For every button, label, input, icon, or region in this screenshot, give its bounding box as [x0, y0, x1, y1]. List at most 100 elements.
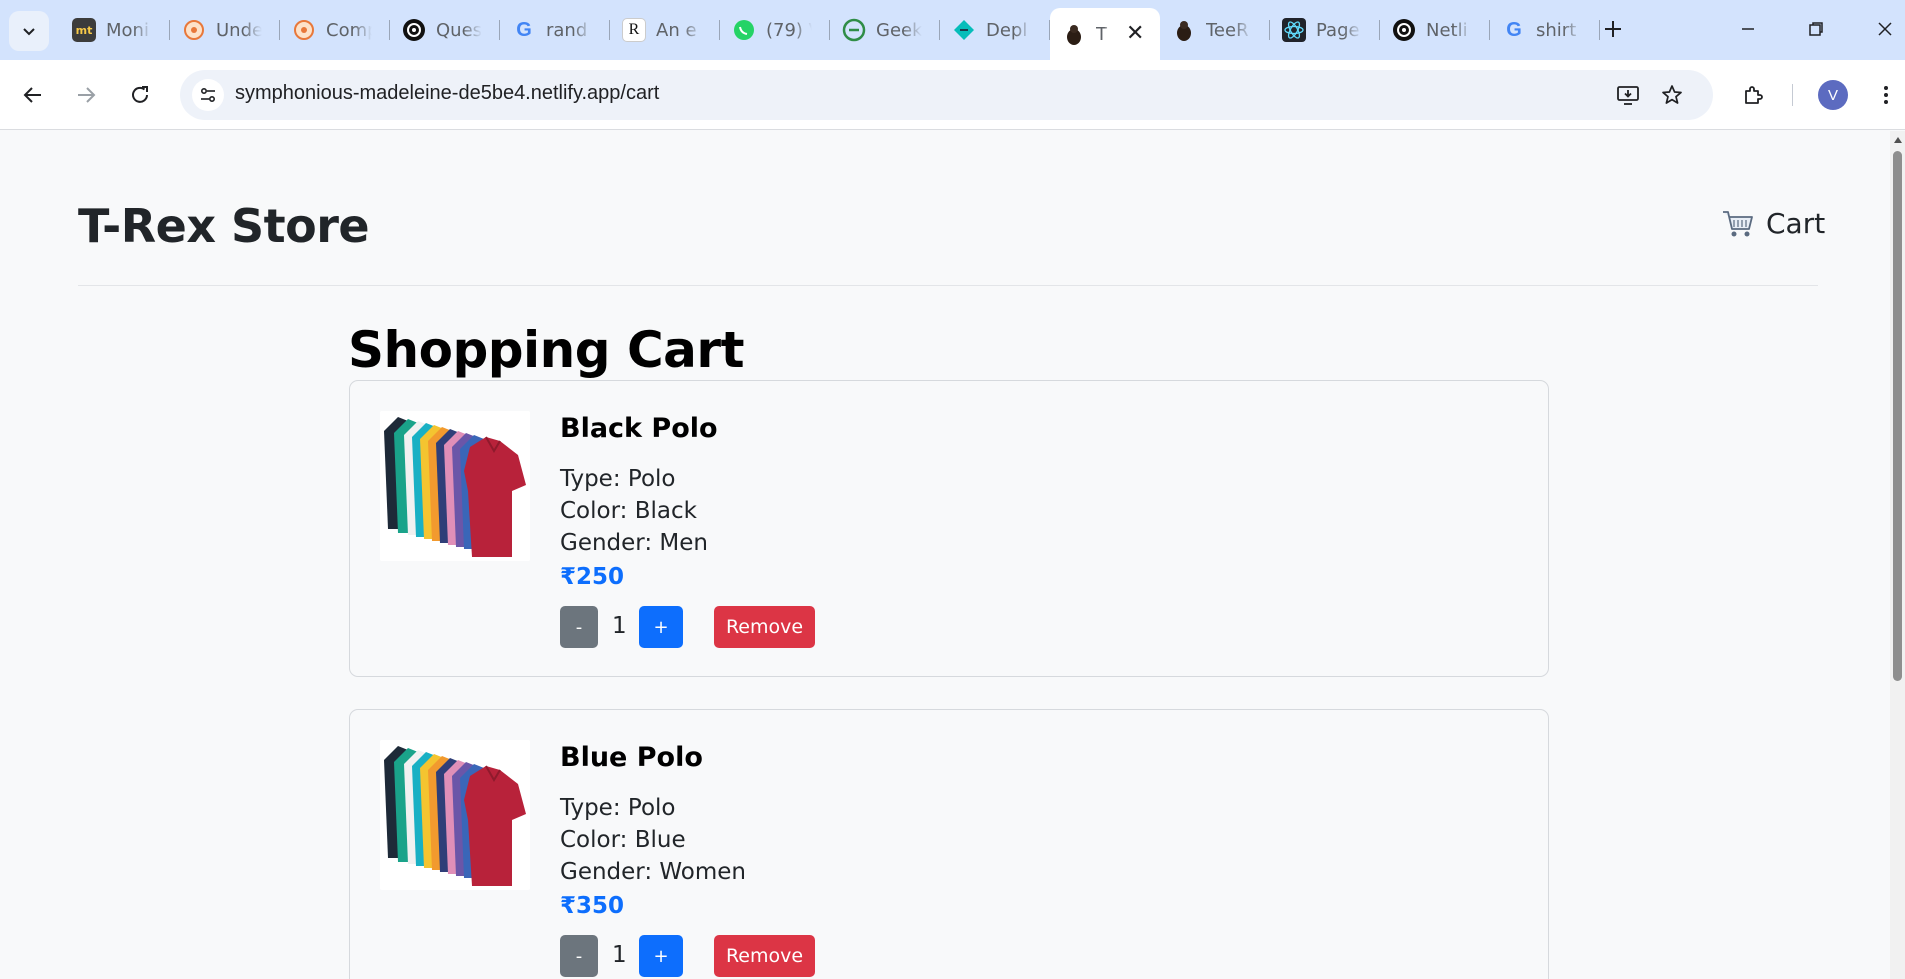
remove-item-button[interactable]: Remove	[714, 606, 815, 648]
scroll-up-arrow-icon[interactable]	[1894, 137, 1902, 143]
tab-search-button[interactable]	[9, 11, 49, 51]
tab-label: rand	[546, 19, 588, 41]
page-scrollbar[interactable]	[1890, 131, 1905, 979]
tab-label: T	[1096, 23, 1107, 45]
close-window-button[interactable]	[1870, 14, 1900, 44]
page-viewport: T-Rex Store Cart Shopping Cart Black Pol…	[0, 131, 1890, 979]
scrollbar-thumb[interactable]	[1893, 151, 1902, 681]
increase-quantity-button[interactable]: +	[639, 935, 683, 977]
tab-6[interactable]: (79) V	[720, 8, 830, 52]
quantity-value: 1	[612, 613, 627, 639]
tab-label: Ques	[436, 19, 482, 41]
install-app-button[interactable]	[1613, 80, 1643, 110]
item-gender: Gender: Men	[560, 530, 708, 556]
geeksforgeeks-icon	[842, 18, 866, 42]
bookmark-button[interactable]	[1657, 80, 1687, 110]
extensions-button[interactable]	[1733, 75, 1773, 115]
mt-icon: mt	[72, 18, 96, 42]
page-title: Shopping Cart	[348, 321, 744, 379]
item-name: Blue Polo	[560, 742, 703, 773]
decrease-quantity-button[interactable]: -	[560, 606, 598, 648]
tab-9-active[interactable]: T ✕	[1050, 8, 1160, 60]
url-text[interactable]: symphonious-madeleine-de5be4.netlify.app…	[235, 82, 659, 105]
tab-label: (79) V	[766, 19, 812, 41]
cart-item-card: Black Polo Type: Polo Color: Black Gende…	[349, 380, 1549, 677]
tab-label: Depl	[986, 19, 1028, 41]
product-image	[380, 411, 530, 561]
google-icon: G	[516, 18, 532, 41]
tab-0[interactable]: mt Moni	[60, 8, 170, 52]
tab-label: Page	[1316, 19, 1360, 41]
tab-5[interactable]: R An e	[610, 8, 720, 52]
tab-label: TeeR	[1206, 19, 1249, 41]
decrease-quantity-button[interactable]: -	[560, 935, 598, 977]
star-icon	[1662, 85, 1682, 104]
tab-label: Unde	[216, 19, 262, 41]
minimize-button[interactable]	[1733, 14, 1763, 44]
tab-label: Geek	[876, 19, 922, 41]
arrow-left-icon	[23, 87, 41, 103]
quantity-value: 1	[612, 942, 627, 968]
ashoka-chakra-icon	[182, 18, 206, 42]
reload-button[interactable]	[120, 75, 160, 115]
cart-link-label: Cart	[1766, 207, 1826, 240]
restore-button[interactable]	[1801, 14, 1831, 44]
react-icon	[1282, 18, 1306, 42]
whatsapp-icon	[732, 18, 756, 42]
trex-icon	[1062, 22, 1086, 46]
remove-item-button[interactable]: Remove	[714, 935, 815, 977]
tab-2[interactable]: Comp	[280, 8, 390, 52]
tab-7[interactable]: Geek	[830, 8, 940, 52]
site-info-button[interactable]	[192, 79, 224, 111]
increase-quantity-button[interactable]: +	[639, 606, 683, 648]
back-button[interactable]	[13, 75, 53, 115]
address-bar[interactable]: symphonious-madeleine-de5be4.netlify.app…	[180, 70, 1713, 120]
tab-12[interactable]: Netli	[1380, 8, 1490, 52]
item-color: Color: Black	[560, 498, 697, 524]
minimize-icon	[1742, 28, 1754, 30]
tab-list: mt Moni Unde Comp Ques G rand R An e (79…	[60, 8, 1600, 60]
ashoka-chakra-icon	[292, 18, 316, 42]
arrow-right-icon	[78, 87, 96, 103]
openai-icon	[1392, 18, 1416, 42]
close-icon[interactable]: ✕	[1126, 23, 1144, 45]
tab-10[interactable]: TeeR	[1160, 8, 1270, 52]
product-image	[380, 740, 530, 890]
forward-button[interactable]	[66, 75, 106, 115]
tab-label: An e	[656, 19, 697, 41]
header-divider	[78, 285, 1818, 286]
cart-link[interactable]: Cart	[1722, 207, 1825, 240]
tab-13[interactable]: G shirt	[1490, 8, 1600, 52]
toolbar-divider	[1792, 84, 1793, 106]
tab-11[interactable]: Page	[1270, 8, 1380, 52]
netlify-icon	[952, 18, 976, 42]
item-price: ₹250	[560, 564, 625, 590]
item-type: Type: Polo	[560, 466, 676, 492]
tune-icon	[200, 87, 216, 103]
tab-8[interactable]: Depl	[940, 8, 1050, 52]
tab-strip: mt Moni Unde Comp Ques G rand R An e (79…	[0, 0, 1905, 60]
kebab-menu-icon	[1884, 86, 1888, 104]
menu-button[interactable]	[1866, 75, 1905, 115]
openai-icon	[402, 18, 426, 42]
tab-4[interactable]: G rand	[500, 8, 610, 52]
profile-button[interactable]: V	[1813, 75, 1853, 115]
avatar: V	[1818, 80, 1848, 110]
tab-label: Moni	[106, 19, 149, 41]
plus-icon	[1605, 21, 1621, 37]
google-icon: G	[1506, 18, 1522, 41]
tab-label: Netli	[1426, 19, 1468, 41]
store-title[interactable]: T-Rex Store	[78, 199, 370, 253]
browser-toolbar: symphonious-madeleine-de5be4.netlify.app…	[0, 60, 1905, 130]
tab-1[interactable]: Unde	[170, 8, 280, 52]
researchgate-icon: R	[622, 18, 646, 42]
install-icon	[1617, 86, 1639, 105]
puzzle-icon	[1745, 86, 1763, 104]
item-gender: Gender: Women	[560, 859, 747, 885]
reload-icon	[132, 86, 148, 103]
tab-3[interactable]: Ques	[390, 8, 500, 52]
new-tab-button[interactable]	[1598, 14, 1628, 44]
item-name: Black Polo	[560, 413, 718, 444]
tab-label: shirt	[1536, 19, 1577, 41]
shopping-cart-icon	[1723, 210, 1753, 236]
